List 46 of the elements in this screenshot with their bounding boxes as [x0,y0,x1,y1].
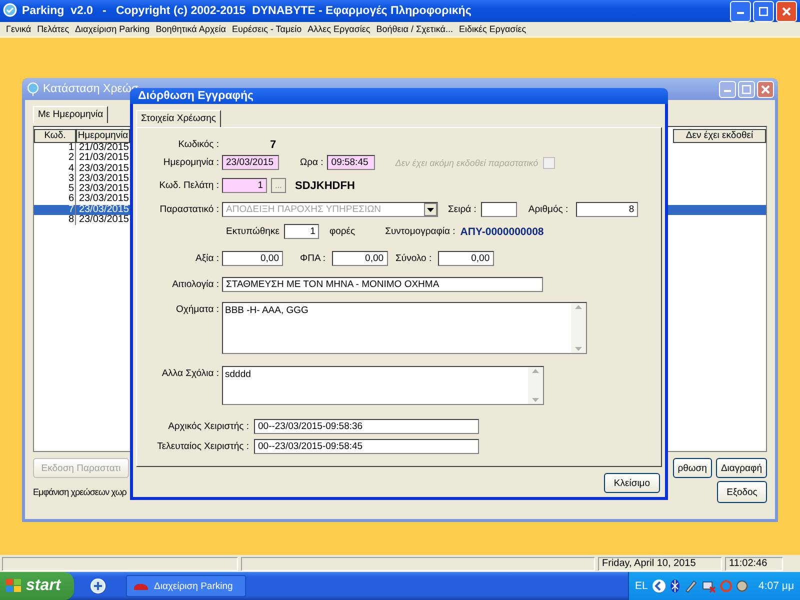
abbreviation-value: ΑΠΥ-0000000008 [460,226,544,238]
field-label: Συντομογραφία : [385,226,456,237]
field-label: Ημερομηνία : [162,157,220,168]
field-label: ΦΠΑ : [300,253,326,264]
field-label: Σύνολο : [396,253,432,264]
table-cell-text: 21/03/2015 [78,143,130,153]
field-label: Αξία : [194,253,220,264]
table-cell: 3 [34,174,76,184]
status-time: 11:02:46 [725,557,783,571]
field-label: Κωδικός : [177,139,220,150]
status-date: Friday, April 10, 2015 [598,557,722,571]
window-title: Parking v2.0 - Copyright (c) 2002-2015 DYNABYTE - Εφαρμογές Πληροφορικής [22,5,472,17]
table-cell-text: 23/03/2015 [78,184,130,194]
text-area-value: BBB -H- AAA, GGG [224,304,310,318]
table-cell-text: 23/03/2015 [78,164,130,174]
record-code: 7 [270,138,276,150]
field-label: Αλλα Σχόλια : [160,368,220,379]
field-label: Ωρα : [300,157,324,168]
field-label: φορές [329,226,356,237]
dialog-title: Διόρθωση Εγγραφής [138,90,254,102]
field-label: Αριθμός : [528,204,568,215]
table-cell-text: 21/03/2015 [78,153,130,164]
table-cell: 1 [34,143,76,154]
field-label: Παραστατικό : [158,204,220,215]
clock: 4:07 μμ [758,580,794,592]
table-cell-text: 23/03/2015 [78,204,130,215]
field-label: Τελευταίος Χειριστής : [156,441,250,452]
dropdown-value: ΑΠΟΔΕΙΞΗ ΠΑΡΟΧΗΣ ΥΠΗΡΕΣΙΩΝ [226,203,382,216]
field-label: Κωδ. Πελάτη : [158,180,220,191]
field-label: Αιτιολογία : [171,279,220,290]
table-cell-text: 23/03/2015 [78,194,130,205]
text-area-value: sdddd [224,368,252,382]
table-cell: 8 [34,215,76,226]
table-cell: 5 [34,184,76,194]
checkbox-label: Δεν έχει ακόμη εκδοθεί παραστατικό [395,158,538,168]
field-label: Αρχικός Χειριστής : [167,421,250,432]
table-cell-text: 23/03/2015 [78,215,130,226]
table-cell: 4 [34,164,76,174]
field-label: Εκτυπώθηκε [226,226,280,237]
field-label: Οχήματα : [174,304,220,315]
field-label: Σειρά : [448,204,476,215]
table-cell: 7 [34,204,76,216]
status-text: Εμφάνιση χρεώσεων χωρ [33,487,126,497]
table-cell: 2 [34,153,76,164]
table-cell-text: 23/03/2015 [78,174,130,184]
customer-name: SDJKHDFH [295,180,355,192]
